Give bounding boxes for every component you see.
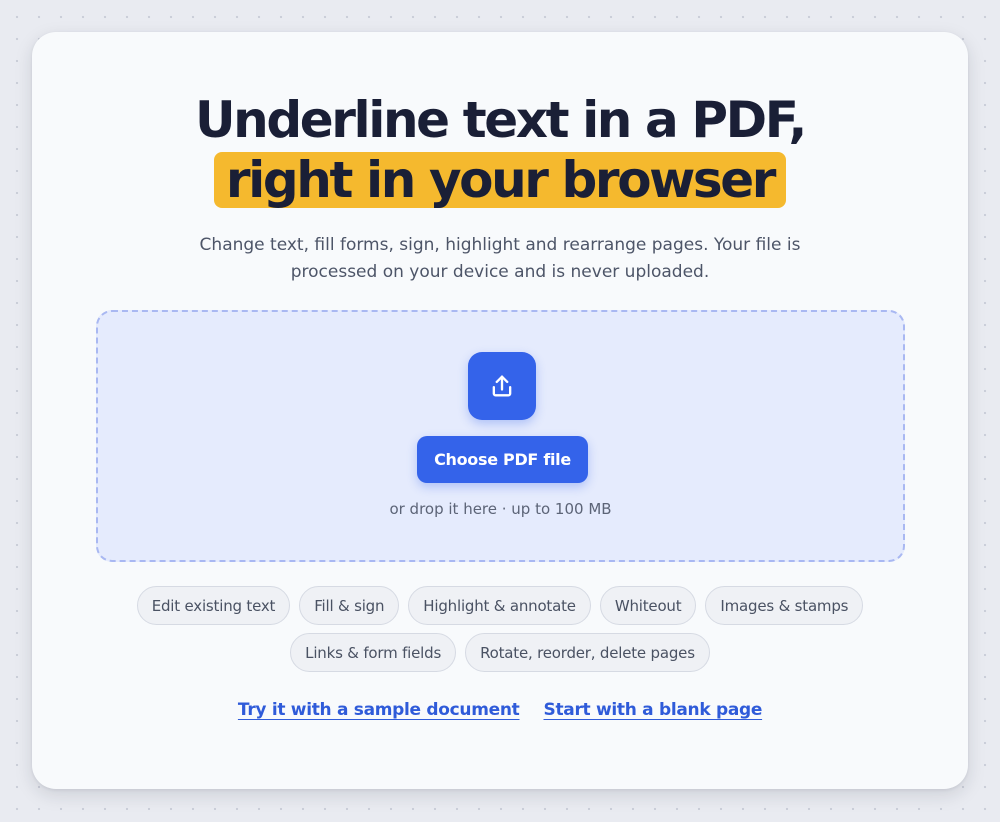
- editor-start-card: Underline text in a PDF, right in your b…: [32, 32, 968, 789]
- pdf-drop-zone[interactable]: Choose PDF file or drop it here · up to …: [96, 310, 905, 562]
- blank-page-link[interactable]: Start with a blank page: [544, 700, 763, 720]
- upload-icon[interactable]: [468, 352, 536, 420]
- feature-chip-row-1: Edit existing text Fill & sign Highlight…: [32, 586, 968, 625]
- sample-document-link[interactable]: Try it with a sample document: [238, 700, 520, 720]
- feature-chip-images-stamps: Images & stamps: [705, 586, 864, 625]
- feature-chip-whiteout: Whiteout: [599, 586, 697, 625]
- choose-pdf-button[interactable]: Choose PDF file: [417, 436, 588, 483]
- feature-chip-highlight-annotate: Highlight & annotate: [408, 586, 591, 625]
- page-subtitle: Change text, fill forms, sign, highlight…: [199, 235, 801, 282]
- feature-chip-page-operations: Rotate, reorder, delete pages: [465, 633, 710, 672]
- drop-hint-text: or drop it here · up to 100 MB: [389, 500, 612, 518]
- headline-line-1: Underline text in a PDF,: [194, 91, 807, 149]
- feature-chip-row-2: Links & form fields Rotate, reorder, del…: [32, 633, 968, 672]
- feature-chip-edit-text: Edit existing text: [136, 586, 291, 625]
- feature-chips: Edit existing text Fill & sign Highlight…: [32, 586, 968, 680]
- feature-chip-links-form-fields: Links & form fields: [290, 633, 457, 672]
- headline-highlight: right in your browser: [213, 152, 787, 208]
- page-title: Underline text in a PDF, right in your b…: [32, 90, 968, 210]
- feature-chip-fill-sign: Fill & sign: [299, 586, 400, 625]
- secondary-links: Try it with a sample document Start with…: [32, 700, 968, 720]
